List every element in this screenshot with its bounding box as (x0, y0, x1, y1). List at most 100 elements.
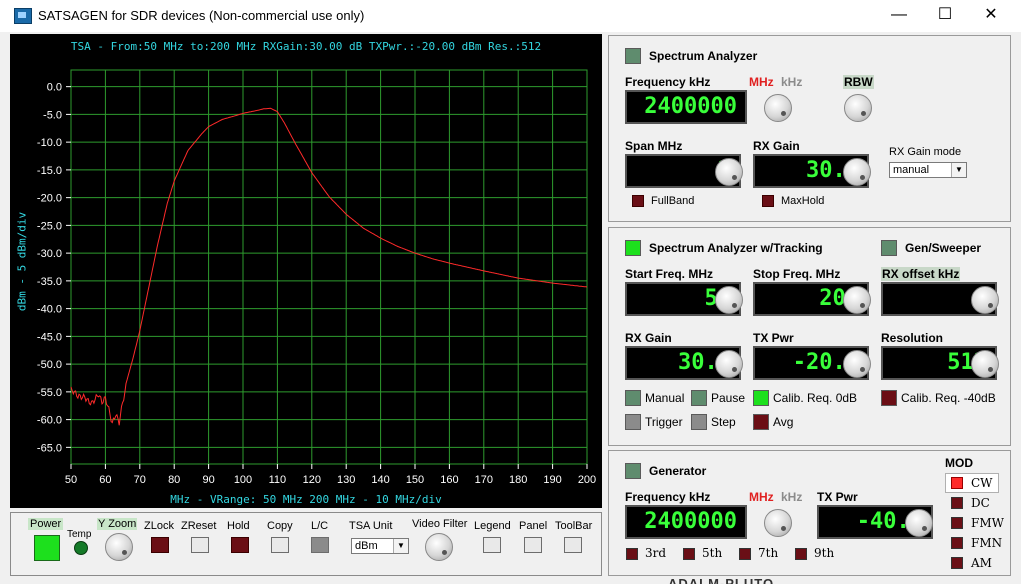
freq-label: Frequency kHz (625, 75, 711, 89)
harmonic-3rd-toggle[interactable] (626, 548, 638, 560)
tracking-rx-gain-label: RX Gain (625, 331, 672, 345)
gen-sweeper-toggle[interactable] (881, 240, 897, 256)
rx-gain-mode-select[interactable]: manual ▼ (889, 162, 967, 178)
step-toggle[interactable] (691, 414, 707, 430)
fullband-label: FullBand (651, 195, 695, 207)
harmonic-9th-label: 9th (814, 546, 835, 560)
panel-button[interactable] (524, 537, 542, 553)
mod-cw-label: CW (971, 476, 993, 490)
start-freq-knob[interactable] (715, 286, 743, 314)
mod-dc-toggle[interactable] (951, 497, 963, 509)
x-tick-label: 140 (371, 474, 389, 486)
tsa-unit-select[interactable]: dBm ▼ (351, 538, 409, 554)
x-tick-label: 60 (99, 474, 111, 486)
y-tick-label: -20.0 (37, 193, 62, 205)
spectrum-analyzer-panel: Spectrum Analyzer Frequency kHz MHz kHz … (608, 35, 1011, 222)
harmonic-9th-toggle[interactable] (795, 548, 807, 560)
calib-0db-toggle[interactable] (753, 390, 769, 406)
legend-label: Legend (474, 520, 511, 532)
gen-khz-unit[interactable]: kHz (781, 490, 802, 504)
spectrum-analyzer-title: Spectrum Analyzer (649, 49, 758, 63)
rx-offset-label: RX offset kHz (881, 267, 961, 281)
frequency-display[interactable]: 2400000 (625, 90, 747, 124)
x-tick-label: 100 (234, 474, 252, 486)
frequency-knob[interactable] (764, 94, 792, 122)
spectrum-analyzer-toggle[interactable] (625, 48, 641, 64)
tracking-rx-gain-knob[interactable] (715, 350, 743, 378)
rbw-label: RBW (843, 75, 874, 89)
plot-title: TSA - From:50 MHz to:200 MHz RXGain:30.0… (70, 40, 542, 53)
copy-button[interactable] (271, 537, 289, 553)
rx-gain-knob[interactable] (843, 158, 871, 186)
trigger-toggle[interactable] (625, 414, 641, 430)
x-tick-label: 160 (440, 474, 458, 486)
calib-40db-toggle[interactable] (881, 390, 897, 406)
y-tick-label: -5.0 (43, 109, 62, 121)
hold-label: Hold (227, 520, 250, 532)
manual-toggle[interactable] (625, 390, 641, 406)
zreset-button[interactable] (191, 537, 209, 553)
rx-gain-mode-label: RX Gain mode (889, 146, 962, 158)
mhz-unit[interactable]: MHz (749, 75, 774, 89)
gen-mhz-unit[interactable]: MHz (749, 490, 774, 504)
x-axis-label: MHz - VRange: 50 MHz 200 MHz - 10 MHz/di… (170, 493, 442, 506)
power-button[interactable] (34, 535, 60, 561)
avg-toggle[interactable] (753, 414, 769, 430)
minimize-button[interactable]: — (876, 0, 922, 32)
mod-am-toggle[interactable] (951, 557, 963, 569)
y-tick-label: 0.0 (47, 82, 62, 94)
resolution-knob[interactable] (971, 350, 999, 378)
harmonic-5th-label: 5th (702, 546, 723, 560)
rx-offset-knob[interactable] (971, 286, 999, 314)
tracking-tx-pwr-knob[interactable] (843, 350, 871, 378)
hold-button[interactable] (231, 537, 249, 553)
y-tick-label: -45.0 (37, 331, 62, 343)
harmonic-5th-toggle[interactable] (683, 548, 695, 560)
plot-border (70, 69, 588, 465)
x-tick-label: 120 (303, 474, 321, 486)
khz-unit[interactable]: kHz (781, 75, 802, 89)
mod-cw-toggle[interactable] (951, 477, 963, 489)
x-tick-label: 170 (475, 474, 493, 486)
lc-button[interactable] (311, 537, 329, 553)
maxhold-label: MaxHold (781, 195, 825, 207)
y-tick-label: -40.0 (37, 304, 62, 316)
maximize-button[interactable]: ☐ (922, 0, 968, 32)
yzoom-knob[interactable] (105, 533, 133, 561)
mod-fmw-toggle[interactable] (951, 517, 963, 529)
generator-panel: Generator MOD Frequency kHz MHz kHz TX P… (608, 450, 1011, 576)
harmonic-7th-toggle[interactable] (739, 548, 751, 560)
title-bar: SATSAGEN for SDR devices (Non-commercial… (0, 0, 1021, 32)
span-knob[interactable] (715, 158, 743, 186)
copy-label: Copy (267, 520, 293, 532)
gen-frequency-display[interactable]: 2400000 (625, 505, 747, 539)
zlock-button[interactable] (151, 537, 169, 553)
legend-button[interactable] (483, 537, 501, 553)
power-label: Power (28, 518, 64, 530)
y-axis-label: dBm - 5 dBm/div (15, 211, 29, 312)
zreset-label: ZReset (181, 520, 217, 532)
x-tick-label: 70 (134, 474, 146, 486)
fullband-toggle[interactable] (632, 195, 644, 207)
maxhold-toggle[interactable] (762, 195, 774, 207)
mod-fmn-toggle[interactable] (951, 537, 963, 549)
gen-tx-pwr-knob[interactable] (905, 509, 933, 537)
trace-line (70, 107, 588, 426)
span-label: Span MHz (625, 139, 683, 153)
rbw-knob[interactable] (844, 94, 872, 122)
x-tick-label: 90 (202, 474, 214, 486)
toolbar-button[interactable] (564, 537, 582, 553)
y-tick-label: -65.0 (37, 442, 62, 454)
video-filter-knob[interactable] (425, 533, 453, 561)
pause-label: Pause (711, 391, 746, 405)
stop-freq-knob[interactable] (843, 286, 871, 314)
close-button[interactable]: ✕ (968, 0, 1014, 32)
tracking-toggle[interactable] (625, 240, 641, 256)
video-filter-label: Video Filter (412, 518, 468, 530)
generator-toggle[interactable] (625, 463, 641, 479)
start-freq-label: Start Freq. MHz (625, 267, 714, 281)
avg-label: Avg (773, 415, 794, 429)
pause-toggle[interactable] (691, 390, 707, 406)
gen-frequency-knob[interactable] (764, 509, 792, 537)
zlock-label: ZLock (144, 520, 174, 532)
